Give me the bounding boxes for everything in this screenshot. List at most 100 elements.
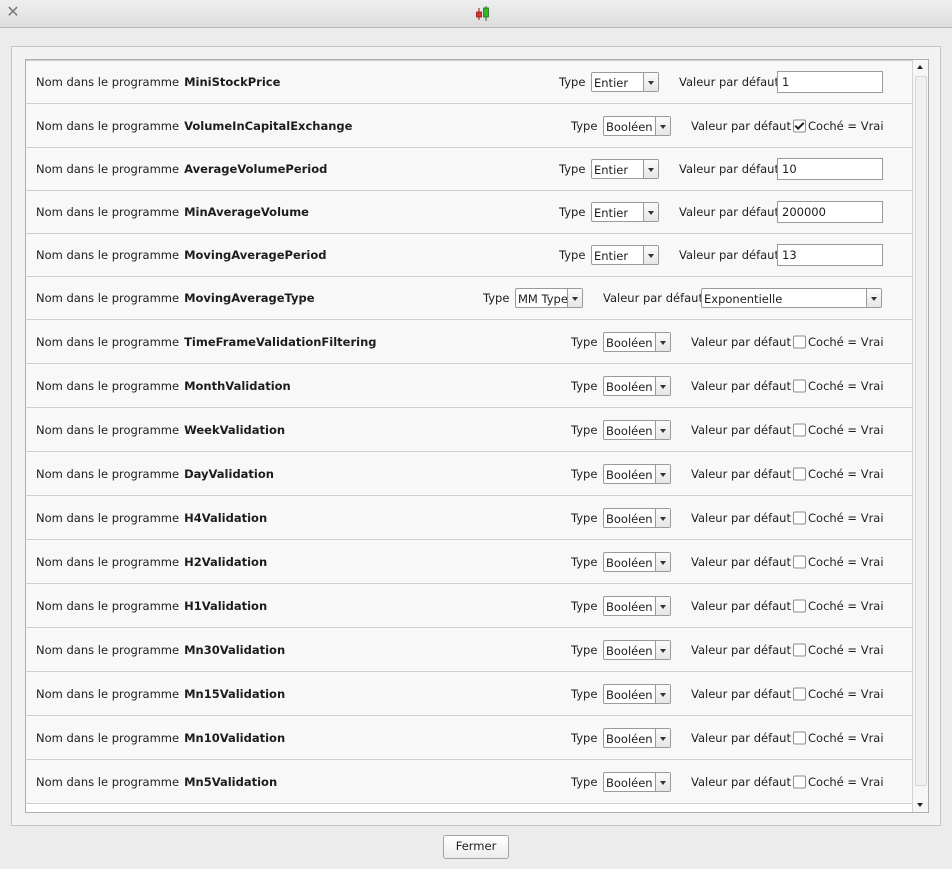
parameter-row: Nom dans le programme DayValidation Type Bo…: [26, 452, 912, 496]
chevron-down-icon[interactable]: [643, 203, 658, 221]
type-select-value: Entier: [594, 206, 629, 220]
type-select[interactable]: Booléen: [603, 375, 671, 396]
name-prefix: Nom dans le programme: [36, 334, 180, 349]
parameter-name: Mn15Validation: [184, 686, 286, 701]
type-select[interactable]: Entier: [591, 202, 659, 222]
default-value-checkbox[interactable]: [793, 687, 806, 700]
name-prefix: Nom dans le programme: [36, 291, 180, 305]
chevron-down-icon[interactable]: [655, 728, 670, 747]
name-prefix: Nom dans le programme: [36, 466, 180, 481]
type-label: Type: [559, 205, 586, 219]
type-select[interactable]: Booléen: [603, 419, 671, 440]
vertical-scrollbar[interactable]: [912, 60, 928, 812]
chevron-down-icon[interactable]: [643, 246, 658, 264]
default-value-checkbox[interactable]: [793, 423, 806, 436]
default-value-checkbox[interactable]: [793, 379, 806, 392]
type-select[interactable]: Booléen: [603, 463, 671, 484]
name-prefix: Nom dans le programme: [36, 554, 180, 569]
scrollbar-thumb[interactable]: [915, 76, 927, 786]
type-select-value: Booléen: [606, 643, 653, 658]
chevron-down-icon[interactable]: [655, 772, 670, 791]
chevron-down-icon[interactable]: [655, 464, 670, 483]
parameters-scroll-pane[interactable]: Nom dans le programme MiniStockPrice Type E…: [25, 59, 929, 813]
checkbox-label: Coché = Vrai: [808, 118, 884, 133]
parameter-row: Nom dans le programme MinAverageVolume Typ…: [26, 191, 912, 234]
chevron-down-icon[interactable]: [655, 508, 670, 527]
default-value-checkbox[interactable]: [793, 335, 806, 348]
scroll-up-arrow-icon[interactable]: [913, 60, 928, 75]
type-select[interactable]: MM Type: [515, 288, 583, 308]
type-select[interactable]: Entier: [591, 159, 659, 179]
chevron-down-icon[interactable]: [655, 596, 670, 615]
close-icon[interactable]: ✕: [6, 4, 20, 20]
chevron-down-icon[interactable]: [655, 116, 670, 135]
default-value-select[interactable]: Exponentielle: [701, 288, 882, 308]
default-value-input[interactable]: [777, 158, 883, 180]
parameter-name-label: Nom dans le programme H2Validation: [36, 555, 267, 569]
title-bar: ✕: [0, 0, 952, 28]
chevron-down-icon[interactable]: [567, 289, 582, 307]
default-value-input[interactable]: [777, 201, 883, 223]
parameter-name: AverageVolumePeriod: [184, 162, 328, 176]
scroll-down-arrow-icon[interactable]: [913, 797, 928, 812]
chevron-down-icon[interactable]: [643, 160, 658, 178]
type-label: Type: [559, 248, 586, 262]
default-value-checkbox[interactable]: [793, 599, 806, 612]
name-prefix: Nom dans le programme: [36, 774, 180, 789]
chevron-down-icon[interactable]: [655, 552, 670, 571]
type-label: Type: [571, 422, 598, 437]
name-prefix: Nom dans le programme: [36, 205, 180, 219]
default-value-label: Valeur par défaut: [679, 248, 779, 262]
type-select-value: Booléen: [606, 511, 653, 526]
chevron-down-icon[interactable]: [655, 684, 670, 703]
default-value-label: Valeur par défaut: [691, 510, 791, 525]
chevron-down-icon[interactable]: [643, 73, 658, 91]
checkbox-label: Coché = Vrai: [808, 730, 884, 745]
chevron-down-icon[interactable]: [655, 376, 670, 395]
type-select[interactable]: Booléen: [603, 683, 671, 704]
checkbox-label: Coché = Vrai: [808, 334, 884, 349]
parameter-row: Nom dans le programme TimeFrameValidation…: [26, 320, 912, 364]
type-select[interactable]: Booléen: [603, 639, 671, 660]
default-value-label: Valeur par défaut: [679, 205, 779, 219]
name-prefix: Nom dans le programme: [36, 730, 180, 745]
parameter-name-label: Nom dans le programme Mn10Validation: [36, 731, 285, 745]
type-select[interactable]: Booléen: [603, 595, 671, 616]
chevron-down-icon[interactable]: [655, 420, 670, 439]
chevron-down-icon[interactable]: [866, 289, 881, 307]
type-label: Type: [571, 378, 598, 393]
name-prefix: Nom dans le programme: [36, 378, 180, 393]
type-select[interactable]: Entier: [591, 245, 659, 265]
type-select[interactable]: Entier: [591, 72, 659, 92]
parameter-name: MovingAverageType: [184, 291, 315, 305]
default-value-checkbox[interactable]: [793, 511, 806, 524]
chevron-down-icon[interactable]: [655, 640, 670, 659]
type-select-value: Booléen: [606, 687, 653, 702]
type-select-value: Booléen: [606, 467, 653, 482]
default-value-checkbox[interactable]: [793, 731, 806, 744]
default-value-label: Valeur par défaut: [691, 554, 791, 569]
parameter-rows: Nom dans le programme MiniStockPrice Type E…: [26, 60, 912, 804]
type-select[interactable]: Booléen: [603, 331, 671, 352]
name-prefix: Nom dans le programme: [36, 162, 180, 176]
default-value-checkbox[interactable]: [793, 467, 806, 480]
default-value-input[interactable]: [777, 71, 883, 93]
parameter-name: DayValidation: [184, 466, 274, 481]
checkbox-label: Coché = Vrai: [808, 378, 884, 393]
type-select[interactable]: Booléen: [603, 115, 671, 136]
type-select[interactable]: Booléen: [603, 771, 671, 792]
type-select[interactable]: Booléen: [603, 727, 671, 748]
close-button[interactable]: Fermer: [443, 835, 509, 859]
type-select-value: Booléen: [606, 119, 653, 134]
parameters-panel: Nom dans le programme MiniStockPrice Type E…: [11, 46, 941, 826]
checkbox-label: Coché = Vrai: [808, 466, 884, 481]
default-value-checkbox[interactable]: [793, 775, 806, 788]
chevron-down-icon[interactable]: [655, 332, 670, 351]
default-value-input[interactable]: [777, 244, 883, 266]
type-select[interactable]: Booléen: [603, 507, 671, 528]
name-prefix: Nom dans le programme: [36, 248, 180, 262]
default-value-checkbox[interactable]: [793, 555, 806, 568]
default-value-checkbox[interactable]: [793, 643, 806, 656]
default-value-checkbox[interactable]: [793, 119, 806, 132]
type-select[interactable]: Booléen: [603, 551, 671, 572]
